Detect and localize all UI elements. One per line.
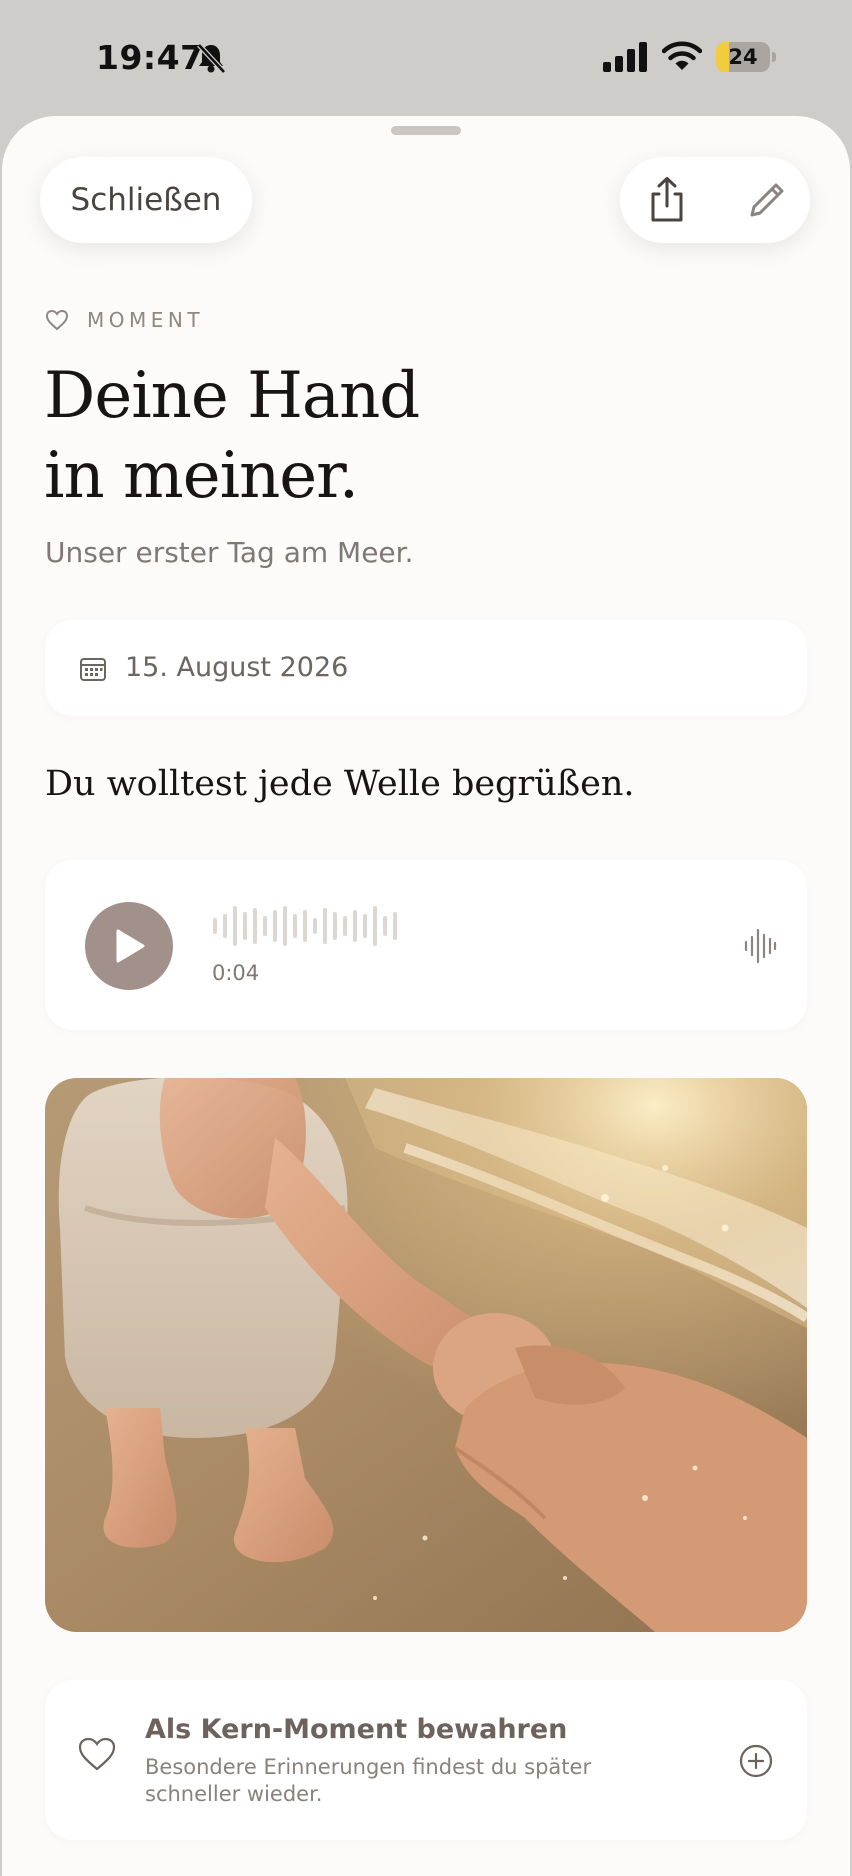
moment-tag: MOMENT bbox=[45, 308, 204, 332]
kern-description: Besondere Erinnerungen findest du später… bbox=[145, 1755, 592, 1806]
play-button[interactable] bbox=[85, 902, 173, 990]
title-line-1: Deine Hand bbox=[44, 359, 420, 433]
header-actions bbox=[620, 157, 810, 243]
heart-icon bbox=[78, 1737, 116, 1771]
pencil-icon[interactable] bbox=[744, 177, 790, 223]
beach-hands-photo bbox=[45, 1078, 807, 1632]
sheet-grabber[interactable] bbox=[391, 126, 461, 135]
audio-waveform[interactable] bbox=[211, 904, 401, 948]
wifi-icon bbox=[662, 41, 702, 70]
kern-title: Als Kern-Moment bewahren bbox=[145, 1714, 568, 1745]
kern-moment-card[interactable]: Als Kern-Moment bewahren Besondere Erinn… bbox=[45, 1680, 807, 1840]
heart-icon bbox=[45, 309, 69, 331]
waveform-icon[interactable] bbox=[743, 928, 777, 964]
plus-circle-icon[interactable] bbox=[739, 1744, 773, 1778]
play-icon bbox=[116, 929, 145, 963]
moment-quote: Du wolltest jede Welle begrüßen. bbox=[45, 764, 635, 804]
audio-card: 0:04 bbox=[45, 860, 807, 1030]
moment-date: 15. August 2026 bbox=[125, 652, 349, 683]
share-icon[interactable] bbox=[642, 175, 692, 225]
close-button[interactable]: Schließen bbox=[40, 157, 252, 243]
cellular-signal-icon bbox=[603, 42, 647, 72]
audio-duration: 0:04 bbox=[212, 961, 260, 985]
status-bar: 19:47 24 bbox=[0, 0, 852, 116]
page-title: Deine Hand in meiner. bbox=[44, 356, 420, 516]
status-time: 19:47 bbox=[96, 38, 204, 77]
battery-level: 24 bbox=[728, 45, 758, 69]
moment-tag-label: MOMENT bbox=[87, 308, 205, 332]
calendar-icon bbox=[80, 658, 106, 681]
moment-photo[interactable] bbox=[45, 1078, 807, 1632]
page-subtitle: Unser erster Tag am Meer. bbox=[45, 536, 414, 569]
battery-icon: 24 bbox=[716, 42, 776, 72]
bell-slash-icon bbox=[197, 43, 226, 74]
date-card: 15. August 2026 bbox=[45, 620, 807, 716]
title-line-2: in meiner. bbox=[44, 439, 359, 513]
